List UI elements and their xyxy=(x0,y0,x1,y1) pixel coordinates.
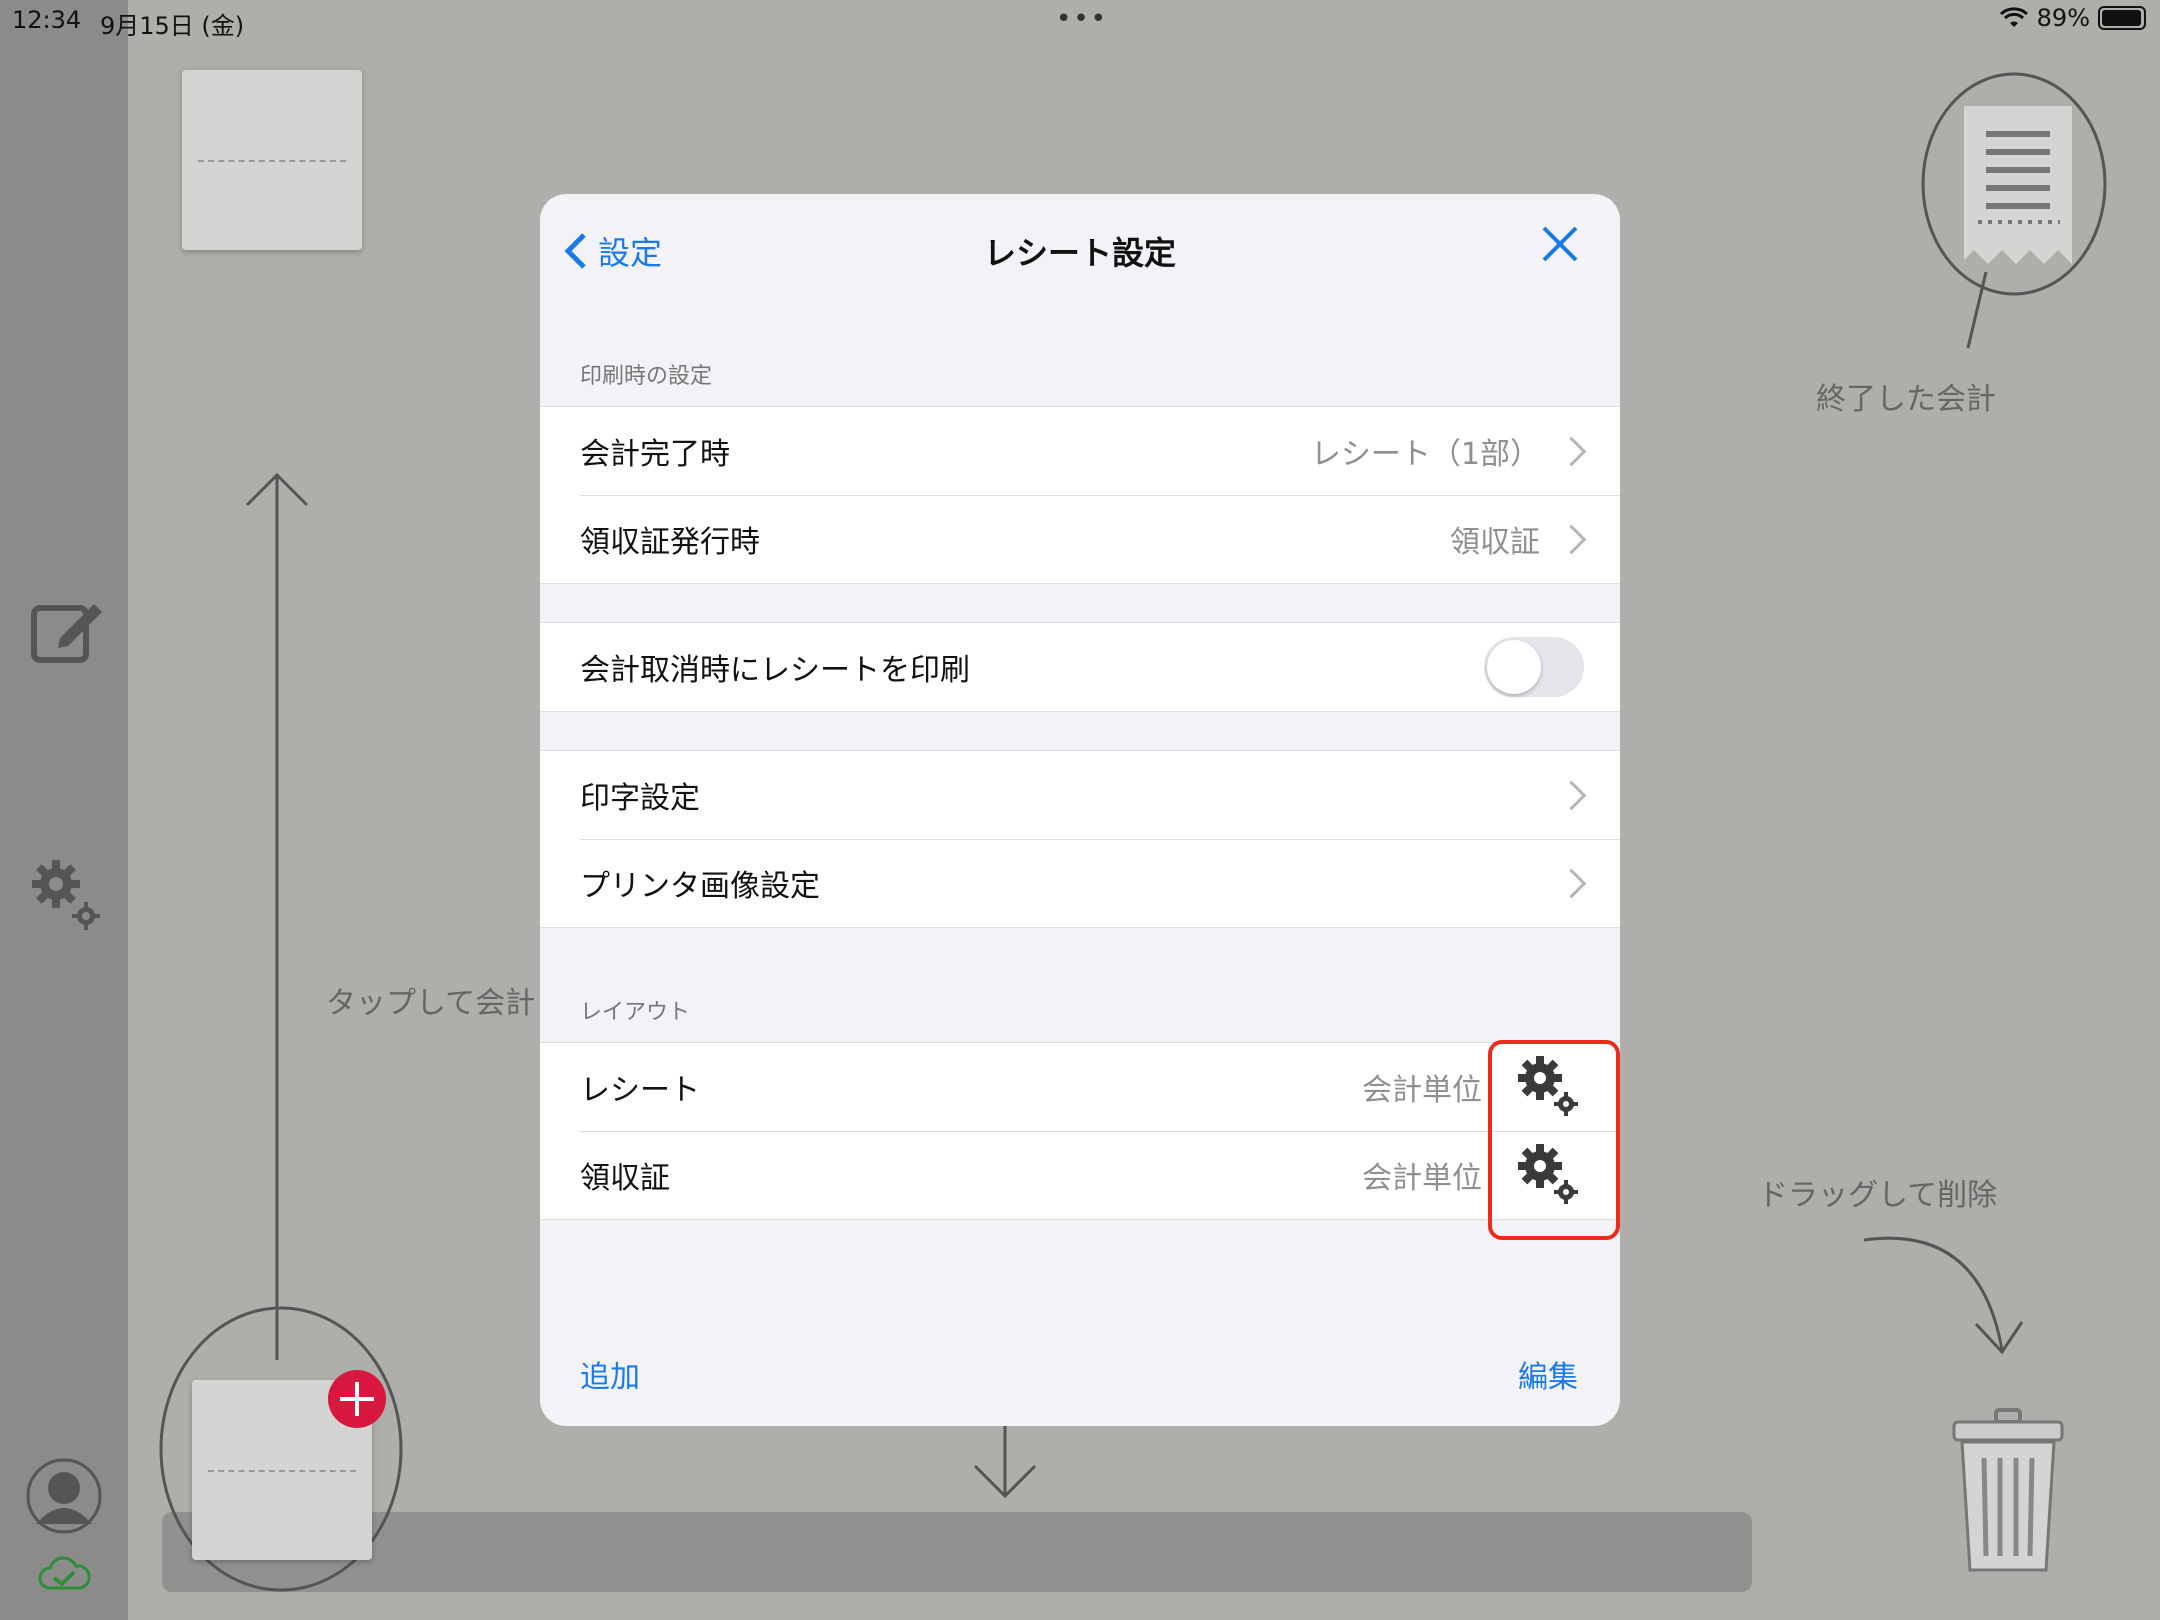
receipt-paper[interactable] xyxy=(182,70,362,250)
modal-title: レシート設定 xyxy=(983,234,1176,272)
row-label: プリンタ画像設定 xyxy=(580,869,820,904)
settings-gear-icon[interactable] xyxy=(28,856,104,932)
row-layout-receipt-slip[interactable]: 領収証 会計単位 xyxy=(540,1131,1620,1219)
add-badge-icon[interactable] xyxy=(326,1368,388,1430)
row-label: 会計取消時にレシートを印刷 xyxy=(580,653,970,688)
wifi-icon xyxy=(1999,7,2028,27)
layout-section-header: レイアウト xyxy=(580,1000,691,1025)
row-on-receipt-issue[interactable]: 領収証発行時 領収証 xyxy=(540,495,1620,583)
cancel-print-group: 会計取消時にレシートを印刷 xyxy=(540,622,1620,712)
finished-hint: 終了した会計 xyxy=(1816,382,1996,417)
chevron-right-icon xyxy=(1556,524,1587,554)
row-value: 会計単位 xyxy=(1362,1073,1482,1108)
sidebar xyxy=(0,0,128,1620)
row-printer-image-settings[interactable]: プリンタ画像設定 xyxy=(540,839,1620,927)
cloud-sync-icon xyxy=(38,1556,91,1590)
user-avatar-icon[interactable] xyxy=(26,1458,102,1534)
row-print-on-cancel: 会計取消時にレシートを印刷 xyxy=(540,623,1620,711)
print-settings-group: 会計完了時 レシート（1部） 領収証発行時 領収証 xyxy=(540,406,1620,584)
print-on-cancel-toggle[interactable] xyxy=(1484,637,1584,697)
tap-hint: タップして会計 xyxy=(326,986,536,1021)
down-arrow-icon xyxy=(973,1426,1037,1498)
row-label: 会計完了時 xyxy=(580,437,730,472)
print-detail-group: 印字設定 プリンタ画像設定 xyxy=(540,750,1620,928)
row-value: 領収証 xyxy=(1450,525,1540,560)
chevron-right-icon xyxy=(1556,868,1587,898)
highlight-box xyxy=(1488,1040,1620,1240)
row-label: レシート xyxy=(580,1073,700,1108)
battery-icon xyxy=(2098,6,2146,30)
row-label: 印字設定 xyxy=(580,781,700,816)
row-label: 領収証 xyxy=(580,1161,670,1196)
layout-group: レシート 会計単位 領収証 会計単位 xyxy=(540,1042,1620,1220)
row-print-settings[interactable]: 印字設定 xyxy=(540,751,1620,839)
finished-receipts-icon[interactable] xyxy=(1920,72,2110,352)
up-arrow-icon xyxy=(245,472,309,1360)
add-button[interactable]: 追加 xyxy=(580,1352,640,1396)
row-value: 会計単位 xyxy=(1362,1161,1482,1196)
multitask-dots[interactable]: ••• xyxy=(1056,4,1108,34)
status-time: 12:34 xyxy=(12,6,82,34)
row-on-checkout[interactable]: 会計完了時 レシート（1部） xyxy=(540,407,1620,495)
edit-icon[interactable] xyxy=(30,596,106,666)
row-layout-receipt[interactable]: レシート 会計単位 xyxy=(540,1043,1620,1131)
close-icon[interactable] xyxy=(1540,224,1580,264)
nav-bar: 設定 レシート設定 xyxy=(540,194,1620,304)
drag-hint: ドラッグして削除 xyxy=(1758,1178,1998,1213)
chevron-right-icon xyxy=(1556,436,1587,466)
trash-icon[interactable] xyxy=(1950,1406,2066,1576)
status-right: 89% xyxy=(1999,4,2146,32)
status-date: 9月15日 (金) xyxy=(100,12,245,40)
battery-percent: 89% xyxy=(2036,4,2090,32)
row-label: 領収証発行時 xyxy=(580,525,760,560)
chevron-right-icon xyxy=(1556,780,1587,810)
print-section-header: 印刷時の設定 xyxy=(580,364,713,389)
row-value: レシート（1部） xyxy=(1310,437,1540,472)
status-bar: 12:34 9月15日 (金) ••• 89% xyxy=(0,0,2160,40)
edit-button[interactable]: 編集 xyxy=(1518,1352,1578,1396)
receipt-settings-modal: 設定 レシート設定 印刷時の設定 会計完了時 レシート（1部） 領収証発行時 領… xyxy=(540,194,1620,1426)
curved-arrow-icon xyxy=(1863,1236,2024,1355)
